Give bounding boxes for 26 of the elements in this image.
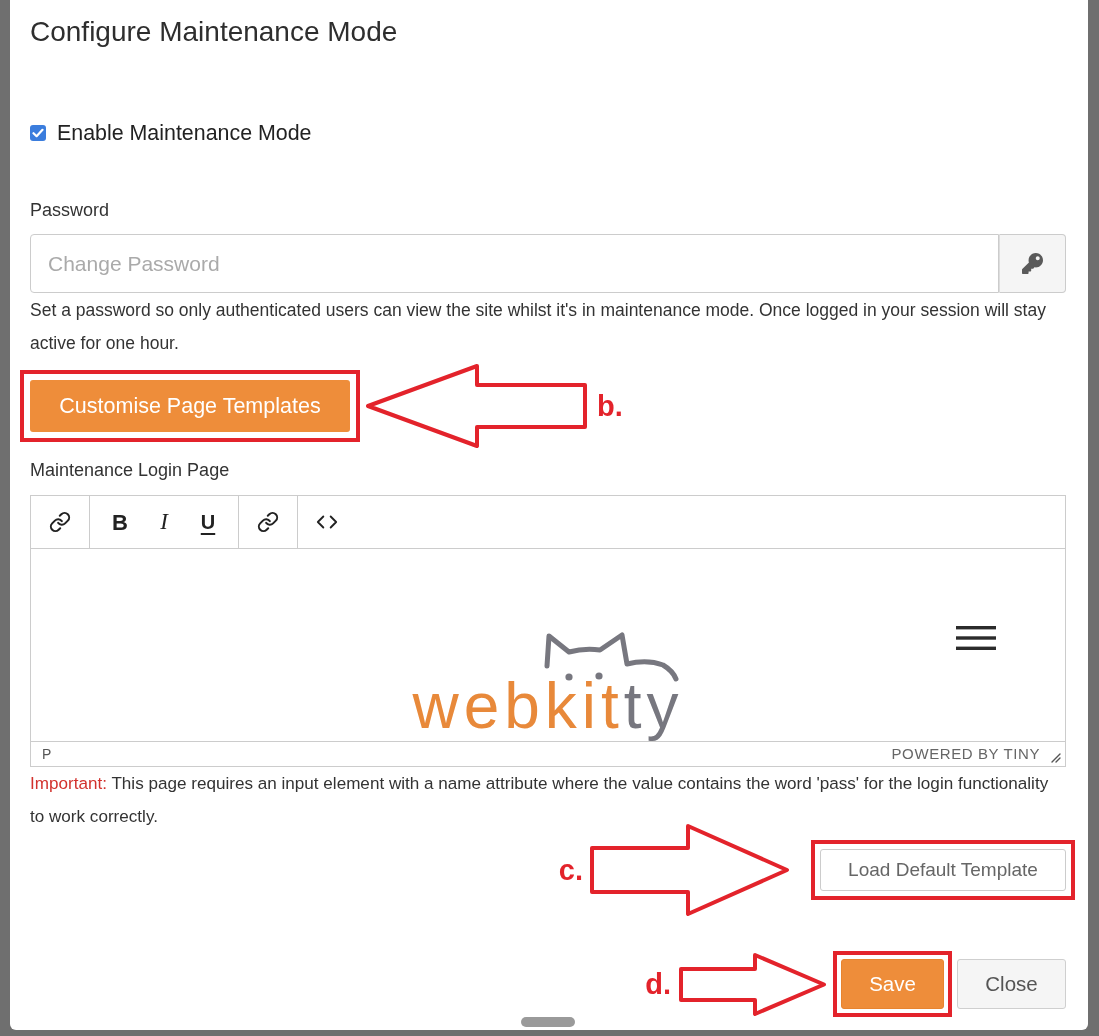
dialog-title: Configure Maintenance Mode [30, 15, 398, 49]
checkbox-label: Enable Maintenance Mode [57, 120, 312, 147]
resize-handle-icon[interactable] [1049, 751, 1061, 763]
key-icon [1022, 253, 1043, 274]
field-label: Password [30, 199, 110, 221]
element-path: P [42, 744, 52, 764]
underline-button[interactable]: U [186, 505, 230, 539]
link-icon [257, 511, 279, 533]
callout-label: d. [645, 967, 671, 1001]
checkbox[interactable] [30, 125, 46, 141]
scroll-handle[interactable] [521, 1017, 575, 1027]
help-text: Set a password so only authenticated users can view the site whilst it's in maintenance mode. Once logged in your session will stay active for one hour. [30, 299, 1047, 355]
branding-link[interactable]: POWERED BY TINY [891, 742, 1040, 766]
important-note: Important: This page requires an input element with a name attribute where the value contains the word 'pass' for the login functionality to work correctly. [30, 773, 1050, 828]
italic-button[interactable]: I [142, 505, 186, 539]
menu-icon [956, 626, 996, 650]
load-template-button[interactable]: Load Default Template [820, 849, 1066, 891]
close-button[interactable]: Close [957, 959, 1066, 1009]
key-button[interactable] [999, 234, 1066, 293]
callout-label: c. [558, 853, 583, 887]
callout-label: b. [597, 389, 623, 423]
checkmark-icon [32, 128, 44, 138]
link-icon [49, 511, 71, 533]
password-field[interactable]: Change Password [30, 234, 999, 293]
field-label: Maintenance Login Page [30, 459, 230, 481]
bold-button[interactable]: B [98, 505, 142, 539]
